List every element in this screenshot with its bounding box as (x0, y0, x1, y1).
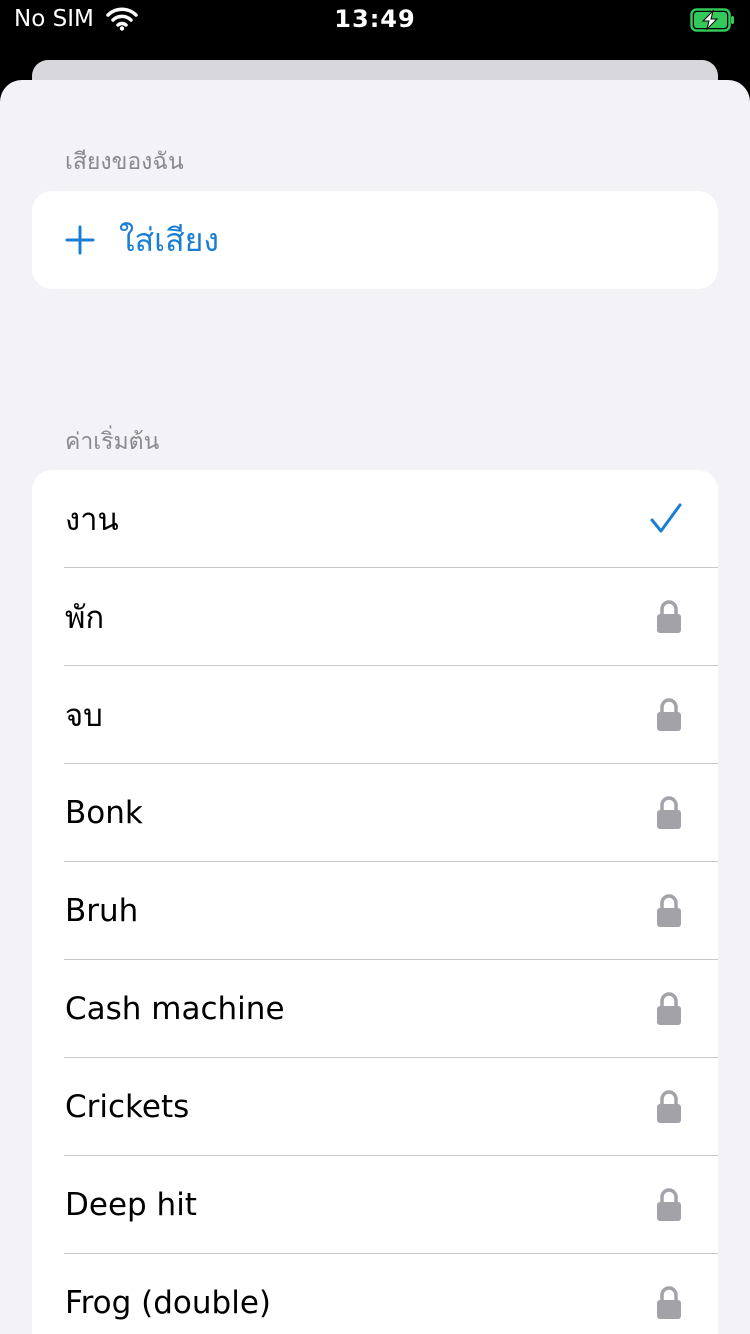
defaults-card: งาน พัก จบ Bonk Bruh Cash machine Cricke… (32, 470, 718, 1334)
lock-icon (656, 568, 682, 666)
status-bar: No SIM 13:49 (0, 0, 750, 42)
lock-icon (656, 666, 682, 764)
lock-icon (656, 862, 682, 960)
status-time: 13:49 (334, 5, 416, 33)
plus-icon (65, 225, 95, 255)
sound-row-bonk[interactable]: Bonk (32, 764, 718, 862)
add-sound-label: ใส่เสียง (119, 220, 219, 259)
status-right (690, 7, 736, 37)
lock-icon (656, 764, 682, 862)
sound-row-frog-double[interactable]: Frog (double) (32, 1254, 718, 1334)
lock-icon (656, 1058, 682, 1156)
sound-label: จบ (65, 698, 103, 734)
lock-icon (656, 1254, 682, 1334)
sound-row-work[interactable]: งาน (32, 470, 718, 568)
lock-icon (656, 1156, 682, 1254)
sound-label: Frog (double) (65, 1285, 271, 1321)
sound-row-end[interactable]: จบ (32, 666, 718, 764)
add-sound-button[interactable]: ใส่เสียง (32, 191, 718, 289)
lock-icon (656, 960, 682, 1058)
checkmark-icon (650, 470, 682, 568)
sound-row-break[interactable]: พัก (32, 568, 718, 666)
sound-row-cash-machine[interactable]: Cash machine (32, 960, 718, 1058)
sound-row-deep-hit[interactable]: Deep hit (32, 1156, 718, 1254)
sound-label: Bruh (65, 893, 139, 929)
my-sounds-card: ใส่เสียง (32, 191, 718, 289)
sound-label: งาน (65, 502, 119, 538)
sound-row-bruh[interactable]: Bruh (32, 862, 718, 960)
my-sounds-header: เสียงของฉัน (65, 149, 184, 175)
sound-picker-sheet: เสียงของฉัน ใส่เสียง ค่าเริ่มต้น งาน พัก (0, 80, 750, 1334)
sound-label: Crickets (65, 1089, 190, 1125)
sound-label: Cash machine (65, 991, 285, 1027)
sound-label: พัก (65, 600, 105, 636)
battery-charging-icon (690, 8, 734, 32)
sound-label: Bonk (65, 795, 143, 831)
sound-label: Deep hit (65, 1187, 197, 1223)
defaults-header: ค่าเริ่มต้น (65, 429, 160, 455)
sound-row-crickets[interactable]: Crickets (32, 1058, 718, 1156)
